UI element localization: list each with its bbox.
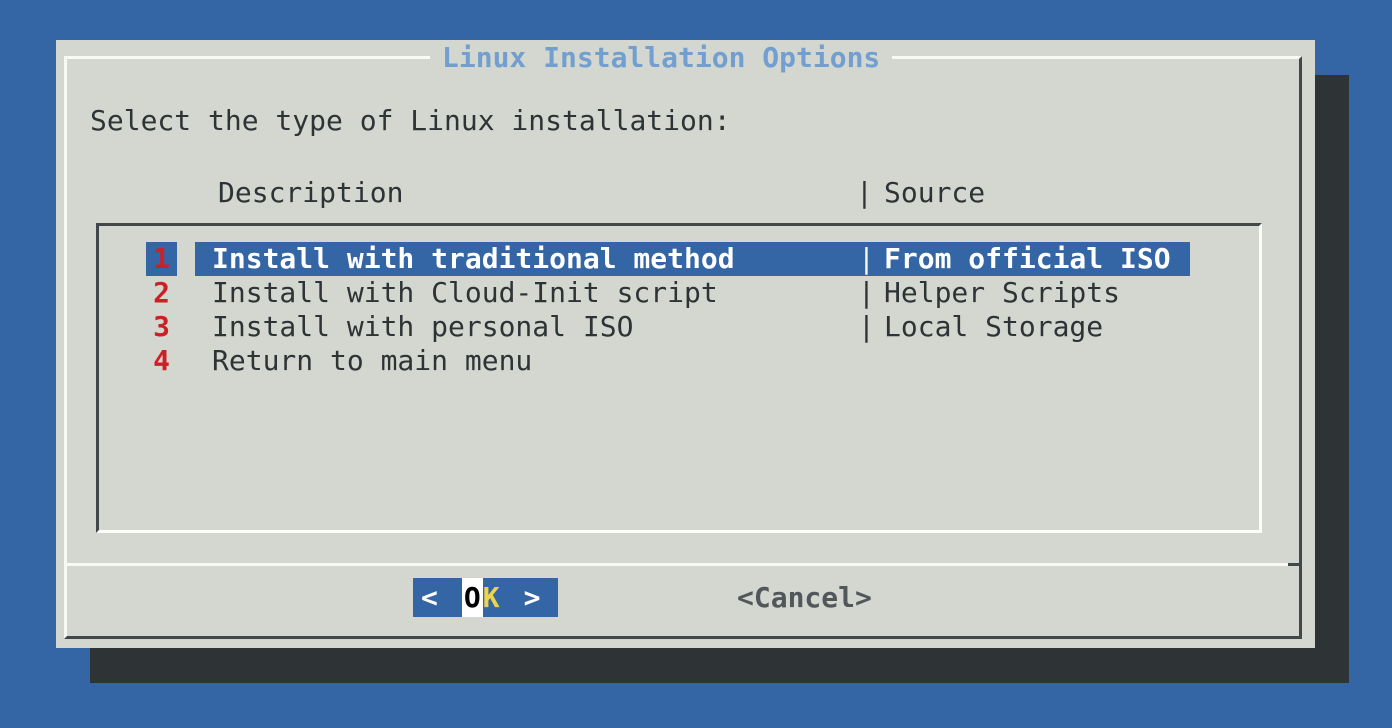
ok-close-bracket: > [524, 581, 541, 614]
menu-item-description: Install with traditional method [212, 242, 735, 276]
ok-open-bracket: < [421, 581, 438, 614]
column-header-source: Source [884, 176, 985, 210]
menu-item-1[interactable]: 1 Install with traditional method | From… [99, 242, 1259, 276]
menu-item-3[interactable]: 3 Install with personal ISO | Local Stor… [99, 310, 1259, 344]
menu-item-number: 1 [146, 242, 177, 276]
dialog-window: Linux Installation Options Select the ty… [56, 40, 1315, 648]
ok-cursor-char: O [462, 578, 483, 617]
menu-item-number: 2 [146, 276, 177, 310]
menu-item-separator: | [858, 242, 875, 276]
menu-item-separator: | [858, 310, 875, 344]
cancel-button[interactable]: <Cancel> [737, 578, 872, 617]
menu-item-source: Local Storage [884, 310, 1103, 344]
dialog-title: Linux Installation Options [430, 43, 892, 73]
menu-item-description: Return to main menu [212, 344, 532, 378]
menu-item-source: From official ISO [884, 242, 1171, 276]
menu-item-4[interactable]: 4 Return to main menu [99, 344, 1259, 378]
ok-hotkey-rest: K [483, 581, 500, 614]
menu-item-separator: | [858, 276, 875, 310]
ok-button[interactable]: < O K > [413, 578, 558, 617]
column-header-separator: | [856, 176, 873, 210]
menu-item-description: Install with Cloud-Init script [212, 276, 718, 310]
menu-item-number: 3 [146, 310, 177, 344]
button-area-divider [64, 563, 1302, 566]
column-header-description: Description [218, 176, 403, 210]
prompt-text: Select the type of Linux installation: [90, 104, 731, 138]
menu-item-source: Helper Scripts [884, 276, 1120, 310]
menu-list: 1 Install with traditional method | From… [96, 223, 1262, 533]
menu-item-2[interactable]: 2 Install with Cloud-Init script | Helpe… [99, 276, 1259, 310]
menu-item-description: Install with personal ISO [212, 310, 633, 344]
menu-item-number: 4 [146, 344, 177, 378]
